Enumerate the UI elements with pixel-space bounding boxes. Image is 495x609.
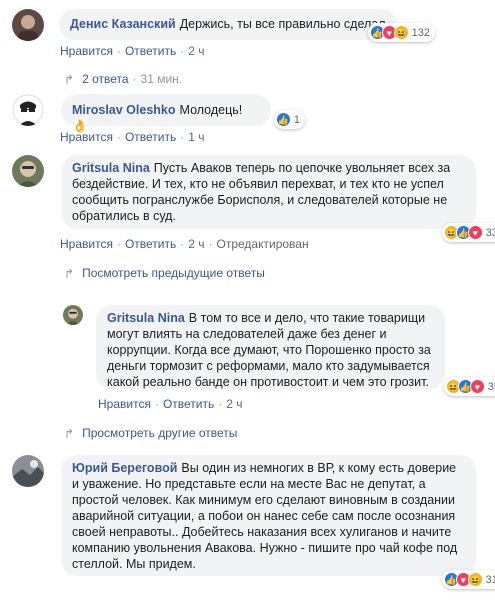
comment-author[interactable]: Юрий Береговой — [72, 461, 177, 475]
reaction-count: 1 — [293, 113, 300, 126]
reply-arrow-icon: ↳ — [64, 266, 75, 280]
comment-text: Молодець! — [179, 103, 243, 117]
reactions-summary[interactable]: 👍 1 — [273, 110, 305, 129]
view-previous-replies-label[interactable]: Посмотреть предыдущие ответы — [82, 266, 265, 280]
reply-link[interactable]: Ответить — [125, 130, 176, 144]
comment-bubble: Gritsula Nina В том то все и дело, что та… — [96, 305, 495, 396]
timestamp[interactable]: 2 ч — [226, 397, 242, 411]
haha-reaction-icon: 😆 — [467, 572, 483, 587]
comment-actions: Нравится · Ответить · 2 ч · Отредактирован — [60, 237, 309, 251]
avatar[interactable] — [12, 455, 44, 487]
like-link[interactable]: Нравится — [98, 397, 151, 411]
comment-author[interactable]: Gritsula Nina — [107, 311, 185, 325]
comment-author[interactable]: Gritsula Nina — [72, 161, 150, 175]
reaction-count: 330 — [485, 226, 495, 239]
comment-actions: Нравится · Ответить · 2 ч — [60, 44, 205, 58]
reply-link[interactable]: Ответить — [125, 237, 176, 251]
reply-link[interactable]: Ответить — [163, 397, 214, 411]
comment-yuriy: Юрий Береговой Вы один из немногих в ВР, … — [12, 455, 495, 589]
reactions-summary[interactable]: 😆 👍 ♥ 330 — [441, 223, 495, 242]
comment-text: Вы один из немногих в ВР, к кому есть до… — [72, 461, 458, 571]
comment-miroslav: Miroslav Oleshko Молодець! 👌 👍 1 — [12, 94, 305, 133]
comment-text: Держись, ты все правильно сделал — [179, 17, 386, 31]
view-replies-link[interactable]: ↳ 2 ответа · 31 мин. — [64, 72, 182, 86]
love-reaction-icon: ♥ — [469, 379, 485, 394]
comment-bubble: Юрий Береговой Вы один из немногих в ВР, … — [61, 455, 495, 589]
timestamp[interactable]: 1 ч — [188, 130, 204, 144]
reactions-summary[interactable]: 😆 👍 ♥ 35 — [443, 377, 495, 396]
haha-reaction-icon: 😆 — [393, 25, 409, 40]
like-link[interactable]: Нравится — [60, 44, 113, 58]
reply-arrow-icon: ↳ — [64, 72, 75, 86]
replies-time: 31 мин. — [140, 72, 183, 86]
comment-gritsula: Gritsula Nina Пусть Аваков теперь по цепо… — [12, 155, 495, 242]
love-reaction-icon: ♥ — [467, 225, 483, 240]
timestamp[interactable]: 2 ч — [188, 44, 204, 58]
view-other-replies-label[interactable]: Просмотреть другие ответы — [82, 426, 237, 440]
like-link[interactable]: Нравится — [60, 237, 113, 251]
comment-actions: Нравится · Ответить · 2 ч — [98, 397, 243, 411]
replies-count[interactable]: 2 ответа — [82, 72, 128, 86]
avatar[interactable] — [63, 305, 83, 325]
view-previous-replies-link[interactable]: ↳ Посмотреть предыдущие ответы — [64, 266, 265, 280]
edited-label[interactable]: Отредактирован — [217, 237, 309, 251]
timestamp[interactable]: 2 ч — [188, 237, 204, 251]
reply-arrow-icon: ↳ — [64, 426, 75, 440]
reactions-summary[interactable]: 👍 ♥ 😆 310 — [441, 570, 495, 589]
reply-link[interactable]: Ответить — [125, 44, 176, 58]
comment-bubble: Miroslav Oleshko Молодець! 👌 👍 1 — [61, 94, 305, 133]
comment-bubble: Денис Казанский Держись, ты все правильно… — [59, 9, 435, 42]
reply-gritsula: Gritsula Nina В том то все и дело, что та… — [63, 305, 495, 396]
comment-bubble: Gritsula Nina Пусть Аваков теперь по цепо… — [61, 155, 495, 242]
avatar[interactable] — [12, 94, 44, 126]
comment-actions: Нравится · Ответить · 1 ч — [60, 130, 205, 144]
comment-denis: Денис Казанский Держись, ты все правильно… — [12, 9, 435, 42]
like-reaction-icon: 👍 — [275, 112, 291, 127]
avatar[interactable] — [12, 155, 44, 187]
comment-author[interactable]: Miroslav Oleshko — [72, 103, 176, 117]
reactions-summary[interactable]: 👍 ♥ 😆 132 — [367, 23, 435, 42]
reaction-count: 310 — [485, 573, 495, 586]
reaction-count: 132 — [411, 26, 430, 39]
like-link[interactable]: Нравится — [60, 130, 113, 144]
view-other-replies-link[interactable]: ↳ Просмотреть другие ответы — [64, 426, 237, 440]
comment-author[interactable]: Денис Казанский — [70, 17, 176, 31]
avatar[interactable] — [12, 9, 44, 41]
reaction-count: 35 — [487, 380, 495, 393]
